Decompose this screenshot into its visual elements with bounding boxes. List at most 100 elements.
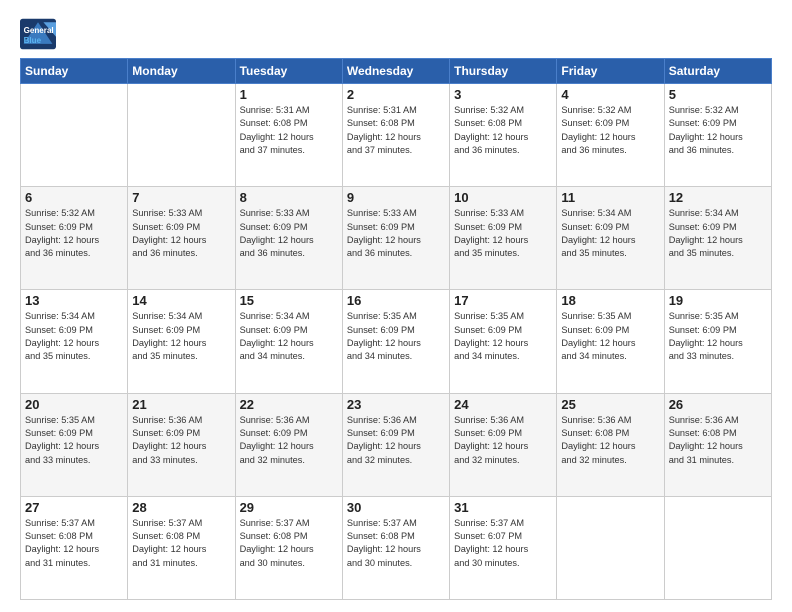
day-info: Sunrise: 5:36 AM Sunset: 6:09 PM Dayligh… bbox=[454, 414, 552, 467]
day-info: Sunrise: 5:36 AM Sunset: 6:09 PM Dayligh… bbox=[240, 414, 338, 467]
day-number: 3 bbox=[454, 87, 552, 102]
calendar-cell: 31 Sunrise: 5:37 AM Sunset: 6:07 PM Dayli… bbox=[450, 496, 557, 599]
day-info: Sunrise: 5:37 AM Sunset: 6:08 PM Dayligh… bbox=[347, 517, 445, 570]
calendar-cell: 30Sunrise: 5:37 AM Sunset: 6:08 PM Dayli… bbox=[342, 496, 449, 599]
day-info: Sunrise: 5:34 AM Sunset: 6:09 PM Dayligh… bbox=[240, 310, 338, 363]
calendar-cell: 22 Sunrise: 5:36 AM Sunset: 6:09 PM Dayli… bbox=[235, 393, 342, 496]
day-number: 5 bbox=[669, 87, 767, 102]
weekday-header-saturday: Saturday bbox=[664, 59, 771, 84]
day-number: 22 bbox=[240, 397, 338, 412]
day-number: 24 bbox=[454, 397, 552, 412]
weekday-header-row: SundayMondayTuesdayWednesdayThursdayFrid… bbox=[21, 59, 772, 84]
calendar-cell: 8 Sunrise: 5:33 AM Sunset: 6:09 PM Daylig… bbox=[235, 187, 342, 290]
day-info: Sunrise: 5:35 AM Sunset: 6:09 PM Dayligh… bbox=[454, 310, 552, 363]
day-number: 11 bbox=[561, 190, 659, 205]
day-info: Sunrise: 5:33 AM Sunset: 6:09 PM Dayligh… bbox=[347, 207, 445, 260]
calendar-cell bbox=[664, 496, 771, 599]
calendar-cell: 29 Sunrise: 5:37 AM Sunset: 6:08 PM Dayli… bbox=[235, 496, 342, 599]
day-info: Sunrise: 5:33 AM Sunset: 6:09 PM Dayligh… bbox=[454, 207, 552, 260]
day-number: 6 bbox=[25, 190, 123, 205]
calendar-cell: 28 Sunrise: 5:37 AM Sunset: 6:08 PM Dayli… bbox=[128, 496, 235, 599]
day-number: 9 bbox=[347, 190, 445, 205]
calendar-cell bbox=[128, 84, 235, 187]
week-row-2: 6Sunrise: 5:32 AM Sunset: 6:09 PM Daylig… bbox=[21, 187, 772, 290]
calendar-cell: 7 Sunrise: 5:33 AM Sunset: 6:09 PM Daylig… bbox=[128, 187, 235, 290]
calendar-cell: 4 Sunrise: 5:32 AM Sunset: 6:09 PM Daylig… bbox=[557, 84, 664, 187]
logo: General Blue bbox=[20, 18, 56, 50]
day-info: Sunrise: 5:35 AM Sunset: 6:09 PM Dayligh… bbox=[25, 414, 123, 467]
day-info: Sunrise: 5:36 AM Sunset: 6:08 PM Dayligh… bbox=[561, 414, 659, 467]
day-info: Sunrise: 5:37 AM Sunset: 6:07 PM Dayligh… bbox=[454, 517, 552, 570]
calendar-cell bbox=[557, 496, 664, 599]
day-number: 31 bbox=[454, 500, 552, 515]
weekday-header-monday: Monday bbox=[128, 59, 235, 84]
day-number: 20 bbox=[25, 397, 123, 412]
calendar-cell: 3 Sunrise: 5:32 AM Sunset: 6:08 PM Daylig… bbox=[450, 84, 557, 187]
calendar-cell: 17 Sunrise: 5:35 AM Sunset: 6:09 PM Dayli… bbox=[450, 290, 557, 393]
day-info: Sunrise: 5:31 AM Sunset: 6:08 PM Dayligh… bbox=[347, 104, 445, 157]
day-number: 29 bbox=[240, 500, 338, 515]
calendar-cell: 25 Sunrise: 5:36 AM Sunset: 6:08 PM Dayli… bbox=[557, 393, 664, 496]
calendar-cell: 24 Sunrise: 5:36 AM Sunset: 6:09 PM Dayli… bbox=[450, 393, 557, 496]
day-number: 27 bbox=[25, 500, 123, 515]
day-info: Sunrise: 5:34 AM Sunset: 6:09 PM Dayligh… bbox=[561, 207, 659, 260]
week-row-4: 20 Sunrise: 5:35 AM Sunset: 6:09 PM Dayli… bbox=[21, 393, 772, 496]
calendar-cell: 20 Sunrise: 5:35 AM Sunset: 6:09 PM Dayli… bbox=[21, 393, 128, 496]
day-number: 1 bbox=[240, 87, 338, 102]
day-number: 28 bbox=[132, 500, 230, 515]
day-info: Sunrise: 5:35 AM Sunset: 6:09 PM Dayligh… bbox=[561, 310, 659, 363]
header: General Blue bbox=[20, 18, 772, 50]
weekday-header-friday: Friday bbox=[557, 59, 664, 84]
svg-text:General: General bbox=[24, 26, 54, 35]
day-info: Sunrise: 5:33 AM Sunset: 6:09 PM Dayligh… bbox=[132, 207, 230, 260]
day-info: Sunrise: 5:31 AM Sunset: 6:08 PM Dayligh… bbox=[240, 104, 338, 157]
day-number: 19 bbox=[669, 293, 767, 308]
calendar-cell: 27 Sunrise: 5:37 AM Sunset: 6:08 PM Dayli… bbox=[21, 496, 128, 599]
calendar-cell: 15 Sunrise: 5:34 AM Sunset: 6:09 PM Dayli… bbox=[235, 290, 342, 393]
day-number: 8 bbox=[240, 190, 338, 205]
week-row-5: 27 Sunrise: 5:37 AM Sunset: 6:08 PM Dayli… bbox=[21, 496, 772, 599]
day-number: 17 bbox=[454, 293, 552, 308]
day-info: Sunrise: 5:32 AM Sunset: 6:09 PM Dayligh… bbox=[669, 104, 767, 157]
day-number: 23 bbox=[347, 397, 445, 412]
day-info: Sunrise: 5:37 AM Sunset: 6:08 PM Dayligh… bbox=[25, 517, 123, 570]
day-info: Sunrise: 5:33 AM Sunset: 6:09 PM Dayligh… bbox=[240, 207, 338, 260]
day-number: 10 bbox=[454, 190, 552, 205]
day-number: 12 bbox=[669, 190, 767, 205]
weekday-header-tuesday: Tuesday bbox=[235, 59, 342, 84]
calendar-cell: 21 Sunrise: 5:36 AM Sunset: 6:09 PM Dayli… bbox=[128, 393, 235, 496]
day-number: 2 bbox=[347, 87, 445, 102]
day-number: 7 bbox=[132, 190, 230, 205]
page: General Blue SundayMondayTuesdayWednesda… bbox=[0, 0, 792, 612]
weekday-header-sunday: Sunday bbox=[21, 59, 128, 84]
day-number: 18 bbox=[561, 293, 659, 308]
calendar-cell: 18 Sunrise: 5:35 AM Sunset: 6:09 PM Dayli… bbox=[557, 290, 664, 393]
calendar-table: SundayMondayTuesdayWednesdayThursdayFrid… bbox=[20, 58, 772, 600]
day-number: 4 bbox=[561, 87, 659, 102]
calendar-cell: 16Sunrise: 5:35 AM Sunset: 6:09 PM Dayli… bbox=[342, 290, 449, 393]
calendar-cell: 6Sunrise: 5:32 AM Sunset: 6:09 PM Daylig… bbox=[21, 187, 128, 290]
logo-icon: General Blue bbox=[20, 18, 56, 50]
week-row-3: 13 Sunrise: 5:34 AM Sunset: 6:09 PM Dayli… bbox=[21, 290, 772, 393]
weekday-header-thursday: Thursday bbox=[450, 59, 557, 84]
day-info: Sunrise: 5:36 AM Sunset: 6:09 PM Dayligh… bbox=[347, 414, 445, 467]
day-info: Sunrise: 5:34 AM Sunset: 6:09 PM Dayligh… bbox=[669, 207, 767, 260]
day-info: Sunrise: 5:36 AM Sunset: 6:09 PM Dayligh… bbox=[132, 414, 230, 467]
day-number: 13 bbox=[25, 293, 123, 308]
calendar-cell: 13 Sunrise: 5:34 AM Sunset: 6:09 PM Dayli… bbox=[21, 290, 128, 393]
day-info: Sunrise: 5:32 AM Sunset: 6:09 PM Dayligh… bbox=[561, 104, 659, 157]
day-info: Sunrise: 5:37 AM Sunset: 6:08 PM Dayligh… bbox=[240, 517, 338, 570]
day-info: Sunrise: 5:34 AM Sunset: 6:09 PM Dayligh… bbox=[25, 310, 123, 363]
day-info: Sunrise: 5:32 AM Sunset: 6:08 PM Dayligh… bbox=[454, 104, 552, 157]
day-info: Sunrise: 5:37 AM Sunset: 6:08 PM Dayligh… bbox=[132, 517, 230, 570]
week-row-1: 1 Sunrise: 5:31 AM Sunset: 6:08 PM Daylig… bbox=[21, 84, 772, 187]
calendar-cell: 11 Sunrise: 5:34 AM Sunset: 6:09 PM Dayli… bbox=[557, 187, 664, 290]
day-number: 21 bbox=[132, 397, 230, 412]
day-info: Sunrise: 5:34 AM Sunset: 6:09 PM Dayligh… bbox=[132, 310, 230, 363]
svg-text:Blue: Blue bbox=[24, 36, 42, 45]
day-number: 15 bbox=[240, 293, 338, 308]
day-info: Sunrise: 5:35 AM Sunset: 6:09 PM Dayligh… bbox=[669, 310, 767, 363]
calendar-cell: 14Sunrise: 5:34 AM Sunset: 6:09 PM Dayli… bbox=[128, 290, 235, 393]
calendar-cell bbox=[21, 84, 128, 187]
day-number: 25 bbox=[561, 397, 659, 412]
